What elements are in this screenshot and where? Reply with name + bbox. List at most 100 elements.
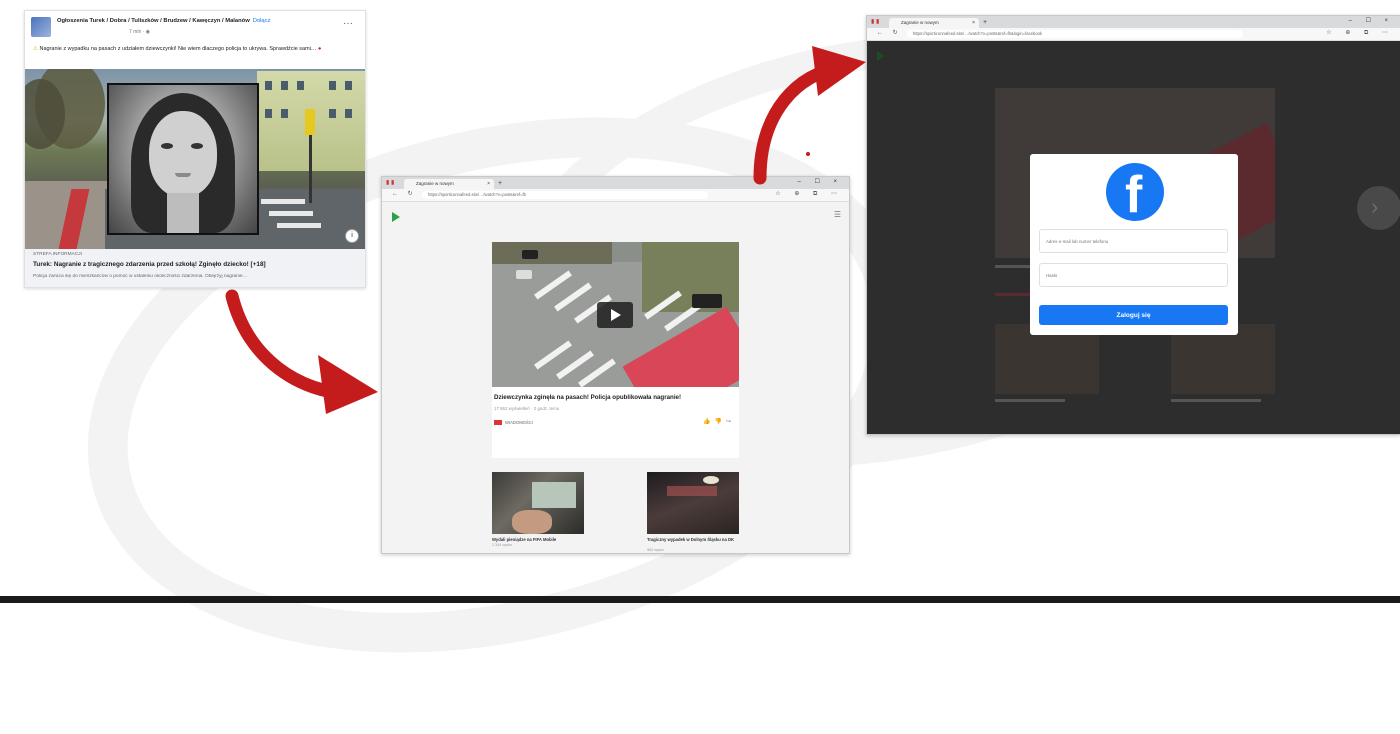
link-description: Policja zwraca się do mieszkańców o pomo… — [33, 274, 248, 279]
portrait-eye — [161, 143, 173, 149]
facebook-post: Ogłoszenia Turek / Dobra / Tuliszków / B… — [24, 10, 366, 288]
browser-menu-icon[interactable]: ▮ ▮ — [871, 18, 879, 25]
background-meta-line — [995, 293, 1035, 296]
close-tab-icon[interactable]: × — [487, 179, 490, 189]
window — [345, 109, 352, 118]
link-title[interactable]: Turek: Nagranie z tragicznego zdarzenia … — [33, 261, 266, 268]
crosswalk-stripe — [269, 211, 313, 216]
link-preview[interactable]: STREFA INFORMACJI Turek: Nagranie z trag… — [25, 249, 365, 287]
window-controls[interactable]: – ☐ × — [797, 178, 843, 185]
portrait-face — [149, 111, 217, 197]
channel-avatar — [494, 420, 502, 426]
url-field[interactable]: https://sporticonnafeed.site/…/watch?v=p… — [422, 191, 709, 199]
browser-tab[interactable]: Zagranie w nowym × — [404, 179, 494, 189]
menu-icon[interactable]: ☰ — [834, 210, 841, 219]
next-arrow-button[interactable] — [1357, 186, 1400, 230]
crosswalk-stripe — [261, 199, 305, 204]
video-card: Dziewczynka zginęła na pasach! Policja o… — [492, 242, 739, 458]
globe-icon: ◉ — [145, 29, 151, 35]
info-icon[interactable]: i — [345, 229, 359, 243]
fake-video-browser-window: ▮ ▮ Zagranie w nowym × + – ☐ × ← ↻ https… — [381, 176, 850, 554]
dislike-icon[interactable]: 👎 — [714, 419, 725, 425]
facebook-logo-icon: f — [1106, 163, 1164, 224]
red-dot-emoji-icon: ● — [317, 46, 322, 52]
play-logo-icon[interactable] — [392, 212, 400, 222]
night-lights — [703, 476, 719, 484]
window — [329, 109, 336, 118]
trees — [492, 242, 612, 264]
toolbar-icons[interactable]: ☆ ⊕ ⧉ ⋯ — [775, 190, 843, 198]
tab-bar: ▮ ▮ Zagranie w nowym × + – ☐ × — [382, 177, 849, 189]
laptop-screen — [532, 482, 576, 508]
related-video-title[interactable]: Tragiczny wypadek w Dolnym Śląsku na DK — [647, 537, 739, 542]
post-text: ⚠ Nagranie z wypadku na pasach z udziałe… — [33, 45, 353, 54]
portrait-eye — [191, 143, 203, 149]
bottom-border — [0, 596, 1400, 603]
navigation-icons[interactable]: ← ↻ — [392, 190, 417, 197]
new-tab-icon[interactable]: + — [983, 18, 987, 27]
navigation-icons[interactable]: ← ↻ — [877, 29, 902, 36]
video-title[interactable]: Dziewczynka zginęła na pasach! Policja o… — [494, 394, 737, 401]
warning-emoji-icon: ⚠ — [33, 46, 38, 52]
window — [329, 81, 336, 90]
group-avatar[interactable] — [31, 17, 51, 37]
url-field[interactable]: https://sporticonnafeed.site/…/watch?v=p… — [907, 30, 1244, 38]
join-link[interactable]: Dołącz — [253, 18, 271, 24]
related-video-thumbnail[interactable] — [647, 472, 739, 534]
grass — [642, 242, 739, 312]
share-icon[interactable]: ↪ — [726, 419, 735, 425]
window-controls[interactable]: – ☐ × — [1348, 17, 1394, 24]
browser-menu-icon[interactable]: ▮ ▮ — [386, 179, 394, 186]
email-field[interactable] — [1039, 229, 1228, 253]
video-page: ☰ Dziewczynka zginęła na pasach! Policja… — [382, 202, 849, 553]
related-video-thumbnail[interactable] — [492, 472, 584, 534]
like-icon[interactable]: 👍 — [703, 419, 714, 425]
browser-tab[interactable]: Zagranie w nowym × — [889, 18, 979, 28]
tab-title: Zagranie w nowym — [416, 181, 454, 186]
video-actions[interactable]: 👍👎↪ — [703, 418, 735, 425]
traffic-sign — [305, 109, 315, 135]
traffic-light-pole — [309, 133, 312, 203]
background-caption-line — [995, 399, 1065, 402]
hand — [512, 510, 552, 534]
phishing-login-browser-window: ▮ ▮ Zagranie w nowym × + – ☐ × ← ↻ https… — [866, 15, 1400, 435]
tab-bar: ▮ ▮ Zagranie w nowym × + – ☐ × — [867, 16, 1400, 28]
play-button[interactable] — [597, 302, 633, 328]
related-video-views: 962 wyśw. — [647, 548, 665, 552]
post-time-text: 7 min · — [129, 29, 146, 35]
toolbar-icons[interactable]: ☆ ⊕ ⧉ ⋯ — [1326, 29, 1394, 37]
more-options-icon[interactable]: ··· — [343, 19, 353, 29]
red-dot — [806, 152, 810, 156]
car — [516, 270, 532, 279]
girl-portrait — [107, 83, 259, 235]
address-bar: ← ↻ https://sporticonnafeed.site/…/watch… — [382, 189, 849, 202]
fake-facebook-login-modal: f Zaloguj się — [1030, 154, 1238, 335]
portrait-mouth — [175, 173, 191, 177]
window — [265, 109, 272, 118]
post-header: Ogłoszenia Turek / Dobra / Tuliszków / B… — [31, 15, 359, 45]
channel-name[interactable]: WIADOMOŚCI — [505, 420, 533, 425]
group-name[interactable]: Ogłoszenia Turek / Dobra / Tuliszków / B… — [57, 18, 357, 24]
window — [265, 81, 272, 90]
window — [281, 81, 288, 90]
post-text-body: Nagranie z wypadku na pasach z udziałem … — [39, 46, 317, 52]
new-tab-icon[interactable]: + — [498, 179, 502, 188]
play-logo-icon — [877, 51, 885, 61]
address-bar: ← ↻ https://sporticonnafeed.site/…/watch… — [867, 28, 1400, 41]
close-tab-icon[interactable]: × — [972, 18, 975, 28]
tab-title: Zagranie w nowym — [901, 20, 939, 25]
background-caption-line — [1171, 399, 1261, 402]
post-image[interactable]: i — [25, 69, 365, 249]
window — [297, 81, 304, 90]
dimmed-page-overlay: f Zaloguj się — [867, 41, 1400, 434]
window — [345, 81, 352, 90]
login-button[interactable]: Zaloguj się — [1039, 305, 1228, 325]
related-video-views: 1 344 wyśw. — [492, 543, 513, 547]
car — [522, 250, 538, 259]
post-time: 7 min · ◉ — [129, 29, 150, 35]
related-video-title[interactable]: Wydali pieniądze na FIFA Mobile — [492, 537, 556, 542]
channel[interactable]: WIADOMOŚCI — [494, 420, 533, 426]
group-name-text[interactable]: Ogłoszenia Turek / Dobra / Tuliszków / B… — [57, 18, 250, 24]
password-field[interactable] — [1039, 263, 1228, 287]
video-player[interactable] — [492, 242, 739, 387]
